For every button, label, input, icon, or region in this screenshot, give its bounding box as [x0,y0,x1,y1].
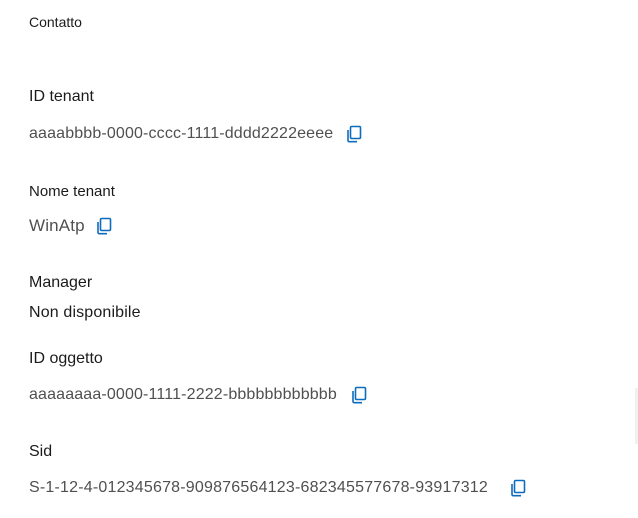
manager-row: Non disponibile [29,304,141,322]
copy-sid-button[interactable] [508,478,528,498]
copy-object-id-button[interactable] [349,385,369,405]
tenant-id-row: aaaabbbb-0000-cccc-1111-dddd2222eeee [29,124,364,144]
manager-label: Manager [29,274,93,291]
sid-value: S-1-12-4-012345678-909876564123-68234557… [29,479,488,496]
object-id-value: aaaaaaaa-0000-1111-2222-bbbbbbbbbbbb [29,386,337,403]
object-id-row: aaaaaaaa-0000-1111-2222-bbbbbbbbbbbb [29,385,369,405]
sid-label: Sid [29,443,53,460]
copy-tenant-name-button[interactable] [94,216,114,236]
copy-icon [347,125,362,143]
sid-row: S-1-12-4-012345678-909876564123-68234557… [29,478,528,498]
copy-icon [96,217,112,235]
contact-section-title: Contatto [29,14,82,30]
tenant-name-value: WinAtp [29,216,85,235]
object-id-label: ID oggetto [29,350,103,367]
tenant-name-row: WinAtp [29,216,114,236]
copy-icon [511,479,526,497]
tenant-id-value: aaaabbbb-0000-cccc-1111-dddd2222eeee [29,125,334,142]
manager-value: Non disponibile [29,304,141,321]
copy-tenant-id-button[interactable] [344,124,364,144]
copy-icon [352,386,367,404]
tenant-id-label: ID tenant [29,88,94,105]
tenant-name-label: Nome tenant [29,183,115,200]
